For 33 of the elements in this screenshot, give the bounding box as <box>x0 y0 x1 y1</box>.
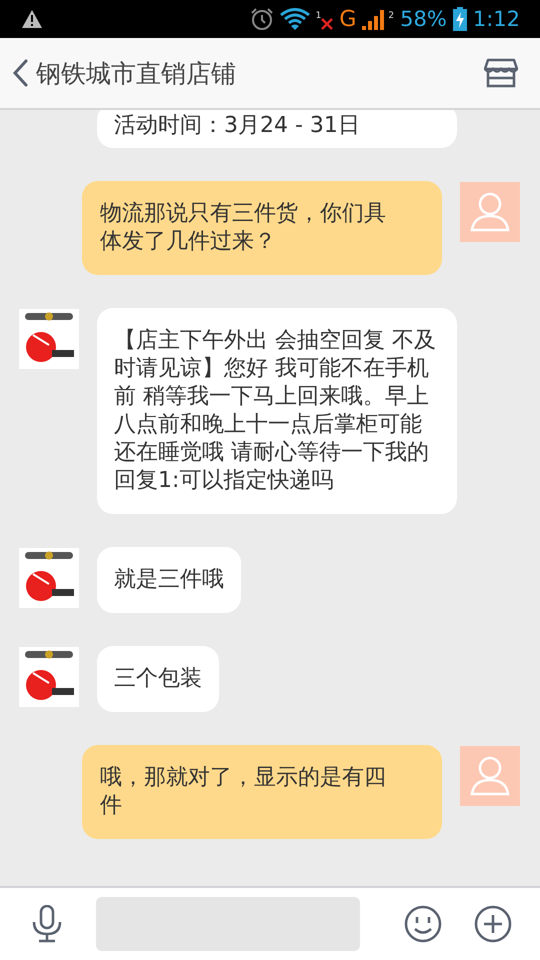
warning-icon <box>22 10 42 28</box>
message-text: 回复1:可以指定快递吗 <box>114 467 334 495</box>
wifi-icon <box>280 8 310 30</box>
message-bubble: 就是三件哦 <box>97 547 241 613</box>
shop-logo-avatar <box>19 647 79 707</box>
shop-logo-avatar <box>19 309 79 369</box>
back-icon <box>12 59 28 87</box>
message-text: 【店主下午外出 会抽空回复 不及时请见谅】您好 我可能不在手机前 稍等我一下马上回来哦。早上八点前和晚上十一点后掌柜可能还在睡觉哦 请耐心等待一下我的 <box>114 327 437 467</box>
smiley-icon <box>404 905 442 943</box>
battery-charging-icon <box>452 7 467 31</box>
shop-logo-avatar <box>19 548 79 608</box>
no-signal-x-icon <box>321 18 334 30</box>
user-avatar <box>460 746 520 806</box>
sim-slot-label: 2 <box>388 10 394 20</box>
message-bubble: 活动时间：3月24 - 31日 <box>97 110 457 148</box>
microphone-icon <box>32 905 62 943</box>
message-bubble: 三个包装 <box>97 646 219 712</box>
emoji-button[interactable] <box>404 905 442 943</box>
plus-icon <box>474 905 512 943</box>
message-bubble: 哦，那就对了，显示的是有四件 <box>82 745 442 839</box>
signal-bars-icon <box>362 8 384 30</box>
shop-title: 钢铁城市直销店铺 <box>36 58 237 90</box>
user-avatar <box>460 182 520 242</box>
add-button[interactable] <box>474 905 512 943</box>
storefront-icon <box>484 58 518 88</box>
message-input-field[interactable] <box>96 897 360 951</box>
message-bubble: 物流那说只有三件货，你们具体发了几件过来？ <box>82 181 442 275</box>
network-type-label: G <box>339 6 356 32</box>
battery-percent: 58% <box>400 7 447 31</box>
alarm-clock-icon <box>250 7 274 31</box>
voice-button[interactable] <box>32 905 62 943</box>
sim-slot-label: 1 <box>316 10 322 20</box>
clock-time: 1:12 <box>472 7 520 31</box>
